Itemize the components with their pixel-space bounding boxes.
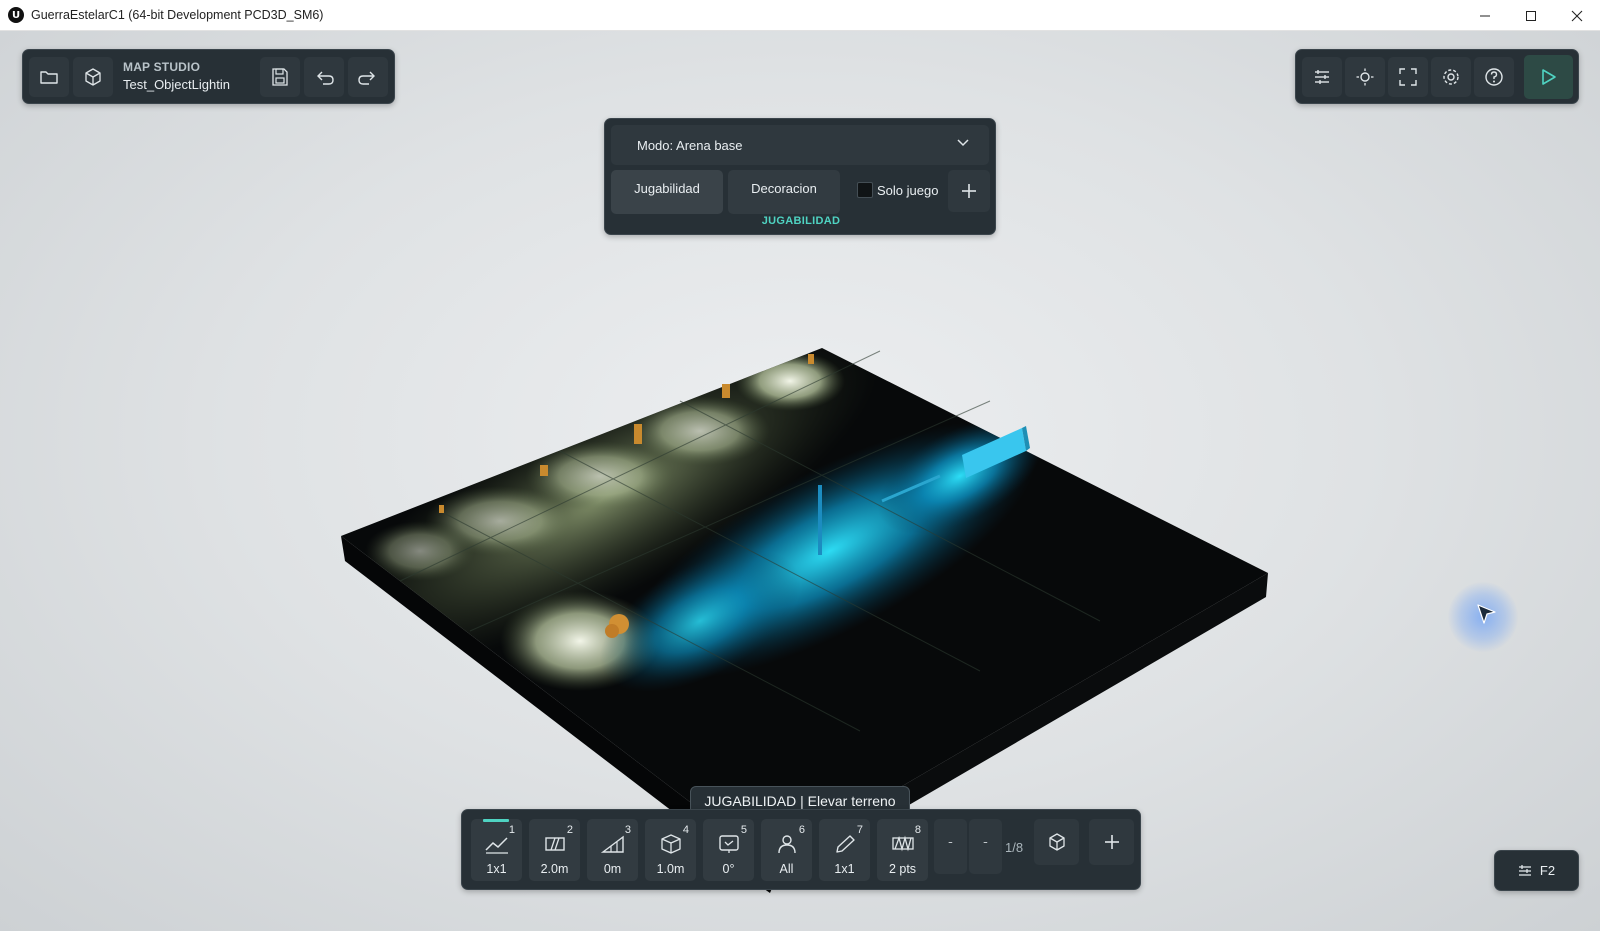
minimize-button[interactable]	[1462, 0, 1508, 31]
tool-rotation[interactable]: 5 0°	[703, 819, 754, 881]
tool-hotkey: 3	[624, 824, 631, 836]
tool-team[interactable]: 6 All	[761, 819, 812, 881]
undo-icon	[317, 71, 334, 85]
view-toolbar	[1295, 49, 1579, 104]
tool-ramp[interactable]: 3 0m	[587, 819, 638, 881]
mode-dropdown-label: Modo: Arena base	[637, 137, 743, 153]
tool-hotkey: 6	[798, 824, 805, 836]
solo-juego-checkbox[interactable]: Solo juego	[857, 182, 938, 198]
maximize-icon	[1526, 10, 1536, 21]
lighting-button[interactable]	[1345, 57, 1385, 97]
close-icon	[1571, 10, 1583, 21]
window-title: GuerraEstelarC1 (64-bit Development PCD3…	[31, 8, 324, 22]
brush-size-icon	[545, 837, 565, 851]
add-layer-button[interactable]	[948, 170, 990, 212]
active-indicator	[483, 819, 509, 822]
object-picker-button[interactable]	[1034, 819, 1079, 865]
active-section-label: JUGABILIDAD	[761, 215, 841, 227]
tool-value: 1x1	[834, 862, 855, 876]
window-titlebar: U GuerraEstelarC1 (64-bit Development PC…	[0, 0, 1600, 31]
file-toolbar: MAP STUDIO Test_ObjectLightin	[22, 49, 395, 104]
play-icon	[1541, 69, 1556, 85]
fullscreen-button[interactable]	[1388, 57, 1428, 97]
points-icon	[892, 835, 914, 852]
tool-hotkey: 4	[682, 824, 689, 836]
object-library-button[interactable]	[73, 57, 113, 97]
player-icon	[778, 835, 796, 854]
open-folder-button[interactable]	[29, 57, 69, 97]
tool-hotkey: 2	[566, 824, 573, 836]
tool-block-height[interactable]: 4 1.0m	[645, 819, 696, 881]
next-page-button[interactable]: ˉ	[969, 819, 1002, 874]
gear-icon	[1443, 69, 1459, 85]
tool-toolbar: 1 1x1 2 2.0m 3 0m 4 1.0m 5 0° 6 All 7 1x…	[461, 809, 1141, 890]
f2-panel-button[interactable]: F2	[1494, 850, 1579, 891]
mode-dropdown[interactable]: Modo: Arena base	[611, 125, 989, 165]
tool-value: 0m	[603, 862, 622, 876]
tool-hotkey: 1	[508, 824, 515, 836]
solo-juego-label: Solo juego	[877, 182, 939, 198]
tool-points[interactable]: 8 2 pts	[877, 819, 928, 881]
page-indicator: 1/8	[1005, 840, 1024, 855]
previous-page-button[interactable]: ˉ	[934, 819, 967, 874]
tool-hotkey: 5	[740, 824, 747, 836]
save-button[interactable]	[260, 57, 300, 97]
tool-value: All	[779, 862, 794, 876]
plus-icon	[1104, 835, 1119, 849]
chevron-down-icon	[957, 139, 969, 147]
tool-hotkey: 7	[856, 824, 863, 836]
unreal-logo-icon: U	[8, 7, 24, 23]
minimize-icon	[1480, 15, 1490, 16]
close-button[interactable]	[1554, 0, 1600, 31]
ramp-icon	[601, 835, 624, 853]
pencil-icon	[836, 835, 855, 853]
tool-value: 2 pts	[888, 862, 917, 876]
tool-value: 1.0m	[656, 862, 685, 876]
layers-button[interactable]	[1302, 57, 1342, 97]
redo-button[interactable]	[348, 57, 388, 97]
save-icon	[272, 68, 288, 86]
settings-button[interactable]	[1431, 57, 1471, 97]
plus-icon	[962, 184, 976, 198]
folder-icon	[40, 71, 58, 84]
help-icon	[1485, 68, 1503, 86]
map-name: Test_ObjectLightin	[123, 77, 230, 92]
maximize-button[interactable]	[1508, 0, 1554, 31]
fullscreen-icon	[1399, 68, 1417, 86]
f2-label: F2	[1539, 863, 1556, 878]
help-button[interactable]	[1474, 57, 1514, 97]
cube-icon	[1048, 833, 1065, 851]
map-viewport[interactable]: MAP STUDIO Test_ObjectLightin Modo: Aren…	[0, 31, 1600, 931]
sun-icon	[1356, 68, 1374, 86]
tool-hotkey: 8	[914, 824, 921, 836]
sliders-icon	[1518, 864, 1531, 876]
tool-value: 1x1	[486, 862, 507, 876]
cube-icon	[661, 834, 681, 854]
tab-decoracion[interactable]: Decoracion	[728, 170, 840, 214]
tool-value: 0°	[722, 862, 735, 876]
mouse-cursor-icon	[1477, 604, 1496, 624]
play-button[interactable]	[1524, 55, 1573, 99]
terrain-raise-icon	[485, 837, 508, 854]
cube-icon	[85, 68, 101, 86]
studio-label: MAP STUDIO	[123, 60, 201, 74]
tool-brush-size[interactable]: 2 2.0m	[529, 819, 580, 881]
sliders-icon	[1315, 70, 1329, 84]
mode-panel: Modo: Arena base Jugabilidad Decoracion …	[604, 118, 996, 235]
checkbox-box[interactable]	[857, 182, 873, 198]
tab-jugabilidad[interactable]: Jugabilidad	[611, 170, 723, 214]
tool-value: 2.0m	[540, 862, 569, 876]
tool-paint[interactable]: 7 1x1	[819, 819, 870, 881]
add-tool-button[interactable]	[1089, 819, 1134, 865]
redo-icon	[358, 71, 375, 85]
tool-terrain-raise[interactable]: 1 1x1	[471, 819, 522, 881]
rotation-icon	[719, 835, 739, 853]
undo-button[interactable]	[304, 57, 344, 97]
